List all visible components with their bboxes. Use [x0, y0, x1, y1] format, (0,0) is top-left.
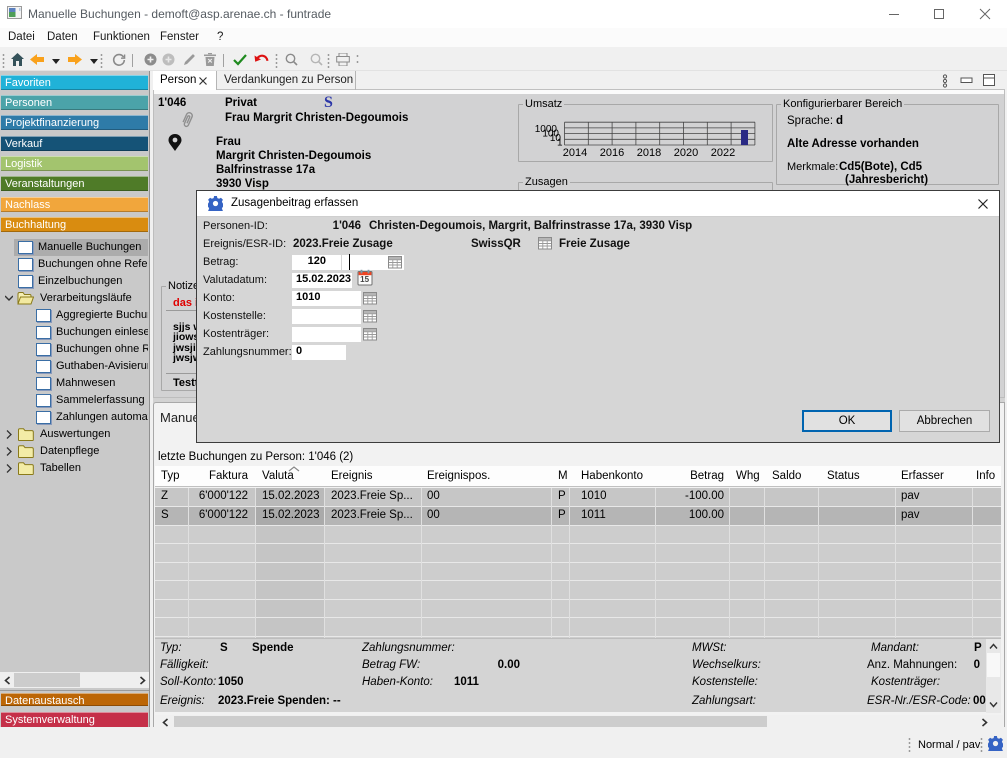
svg-text:2014: 2014: [563, 147, 587, 159]
svg-text:2018: 2018: [637, 147, 661, 159]
svg-text:15: 15: [360, 275, 369, 284]
svg-text:2016: 2016: [600, 147, 624, 159]
svg-text:2022: 2022: [711, 147, 735, 159]
svg-text:2020: 2020: [674, 147, 698, 159]
